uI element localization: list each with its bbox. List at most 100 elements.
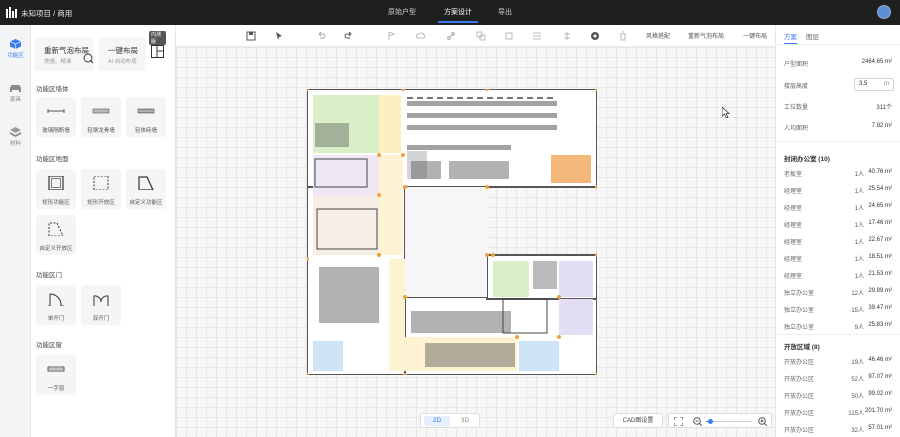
prop-floor-height: 楼层高度 3.5 m (784, 78, 894, 91)
floor-height-input[interactable]: 3.5 m (854, 78, 894, 91)
tile-label: 矩形功能区 (42, 200, 70, 206)
row-area: 39.47 m² (868, 305, 892, 311)
floor-plan-drawing[interactable] (307, 89, 597, 375)
list-item[interactable]: 独立办公室 9人 25.83 m² (784, 322, 892, 332)
view-2d-button[interactable]: 2D (424, 416, 450, 426)
align-icon[interactable] (532, 31, 542, 41)
tile-light-brick-wall[interactable]: 轻体砖墙 (126, 97, 166, 137)
zoom-in-icon[interactable] (758, 417, 767, 426)
nav-scheme-design[interactable]: 方案设计 (436, 0, 480, 25)
row-name: 独立办公室 (784, 308, 815, 314)
list-item[interactable]: 开放办公区 50人 99.02 m² (784, 391, 892, 401)
prop-workstation-count: 工位数量 311个 (784, 102, 892, 112)
one-click-layout-button[interactable]: 一键布局 AI 自动布局 (98, 37, 146, 71)
tile-single-door[interactable]: 单开门 (36, 285, 76, 325)
tile-custom-zone[interactable]: 自定义功能区 (126, 169, 166, 209)
list-item[interactable]: 独立办公室 12人 29.89 m² (784, 288, 892, 298)
list-item[interactable]: 经理室 1人 22.67 m² (784, 237, 892, 247)
zoom-out-icon[interactable] (693, 417, 702, 426)
tile-straight-window[interactable]: 一字窗 (36, 355, 76, 395)
row-people: 12人 (851, 291, 864, 297)
flag-icon[interactable] (386, 31, 396, 41)
tile-rect-zone[interactable]: 矩形功能区 (36, 169, 76, 209)
leftnav-label: 功能区 (7, 53, 24, 59)
leftnav-item-material[interactable]: 材料 (0, 121, 31, 153)
list-item[interactable]: 经理室 1人 25.54 m² (784, 186, 892, 196)
props-divider (776, 141, 900, 142)
list-item[interactable]: 开放办公区 52人 97.07 m² (784, 374, 892, 384)
top-bar: 未知项目 / 商用 原始户型 方案设计 导出 (0, 0, 900, 25)
row-name: 独立办公室 (784, 325, 815, 331)
list-item[interactable]: 开放办公区 32人 57.01 m² (784, 425, 892, 435)
regenerate-bubble-layout-button[interactable]: 重新气泡布局 快速、精准 (34, 37, 94, 71)
leftnav-item-furniture[interactable]: 家具 (0, 77, 31, 109)
section-title-floors: 功能区地面 (36, 156, 69, 163)
beta-layout-button[interactable]: 内测版 (149, 31, 166, 67)
copy-icon[interactable] (476, 31, 486, 41)
prop-floor-area: 户型面积 2464.65 m² (784, 59, 892, 69)
row-name: 经理室 (784, 189, 803, 195)
view-3d-button[interactable]: 3D (452, 416, 478, 426)
undo-icon[interactable] (316, 31, 326, 41)
fit-screen-icon[interactable] (674, 417, 683, 426)
link-icon[interactable] (446, 31, 456, 41)
tile-label: 轻体砖墙 (134, 128, 157, 134)
list-item[interactable]: 经理室 1人 24.65 m² (784, 203, 892, 213)
row-name: 经理室 (784, 206, 803, 212)
tile-light-steel-wall[interactable]: 轻钢龙骨墙 (81, 97, 121, 137)
list-item[interactable]: 老板室 1人 40.76 m² (784, 169, 892, 179)
project-title[interactable]: 未知项目 / 商用 (21, 8, 72, 19)
cad-settings-button[interactable]: CAD图设置 (613, 413, 663, 428)
nav-export[interactable]: 导出 (490, 0, 520, 25)
row-name: 开放办公区 (784, 428, 815, 434)
rect-open-zone-icon (93, 176, 109, 190)
row-area: 17.46 m² (868, 220, 892, 226)
custom-zone-icon (138, 176, 154, 190)
list-item[interactable]: 经理室 1人 18.51 m² (784, 254, 892, 264)
sofa-icon (10, 85, 21, 92)
tab-layers[interactable]: 图层 (806, 31, 819, 41)
window-icon (47, 366, 65, 372)
toolbar-regenerate-bubble-button[interactable]: 重新气泡布局 (688, 31, 724, 41)
save-icon[interactable] (246, 31, 256, 41)
list-item[interactable]: 经理室 1人 17.46 m² (784, 220, 892, 230)
beta-badge: 内测版 (149, 31, 166, 45)
view-3d-icon[interactable] (590, 31, 600, 41)
tile-custom-open-zone[interactable]: 自定义开放区 (36, 215, 76, 255)
tile-glass-partition[interactable]: 玻璃隔断墙 (36, 97, 76, 137)
list-item[interactable]: 开放办公区 115人 201.70 m² (784, 408, 892, 418)
tab-scheme[interactable]: 方案 (784, 31, 797, 44)
tile-double-door[interactable]: 双开门 (81, 285, 121, 325)
style-match-button[interactable]: 风格搭配 (646, 31, 670, 41)
distribute-icon[interactable] (562, 31, 572, 41)
prop-value: 311个 (876, 105, 892, 111)
list-item[interactable]: 经理室 1人 21.53 m² (784, 271, 892, 281)
delete-icon[interactable] (618, 31, 628, 41)
crop-icon[interactable] (504, 31, 514, 41)
leftnav-item-function-zone[interactable]: 功能区 (0, 33, 31, 65)
row-people: 9人 (854, 325, 864, 331)
app-logo-icon[interactable] (6, 7, 17, 18)
user-avatar[interactable] (877, 5, 891, 19)
list-item[interactable]: 开放办公区 19人 46.46 m² (784, 357, 892, 367)
toolbar-one-click-layout-button[interactable]: 一键布局 (743, 31, 767, 41)
select-pointer-icon[interactable] (274, 31, 284, 41)
group-divider (776, 334, 900, 335)
material-icon (10, 127, 21, 137)
redo-icon[interactable] (344, 31, 354, 41)
tile-rect-open-zone[interactable]: 矩形开放区 (81, 169, 121, 209)
tile-label: 轻钢龙骨墙 (87, 128, 115, 134)
tile-label: 一字窗 (47, 386, 65, 392)
zoom-slider-handle[interactable] (708, 419, 714, 424)
row-area: 25.54 m² (868, 186, 892, 192)
row-people: 52人 (851, 377, 864, 383)
row-people: 1人 (854, 257, 864, 263)
zoom-slider-track[interactable] (706, 419, 752, 424)
prop-value: 7.92 m² (871, 123, 892, 129)
cloud-icon[interactable] (416, 31, 426, 41)
row-name: 经理室 (784, 240, 803, 246)
list-item[interactable]: 独立办公室 15人 39.47 m² (784, 305, 892, 315)
group-title-closed-offices: 封闭办公室 (10) (784, 156, 830, 163)
nav-original-floorplan[interactable]: 原始户型 (380, 0, 424, 25)
design-canvas[interactable]: 2D 3D CAD图设置 (176, 47, 775, 437)
